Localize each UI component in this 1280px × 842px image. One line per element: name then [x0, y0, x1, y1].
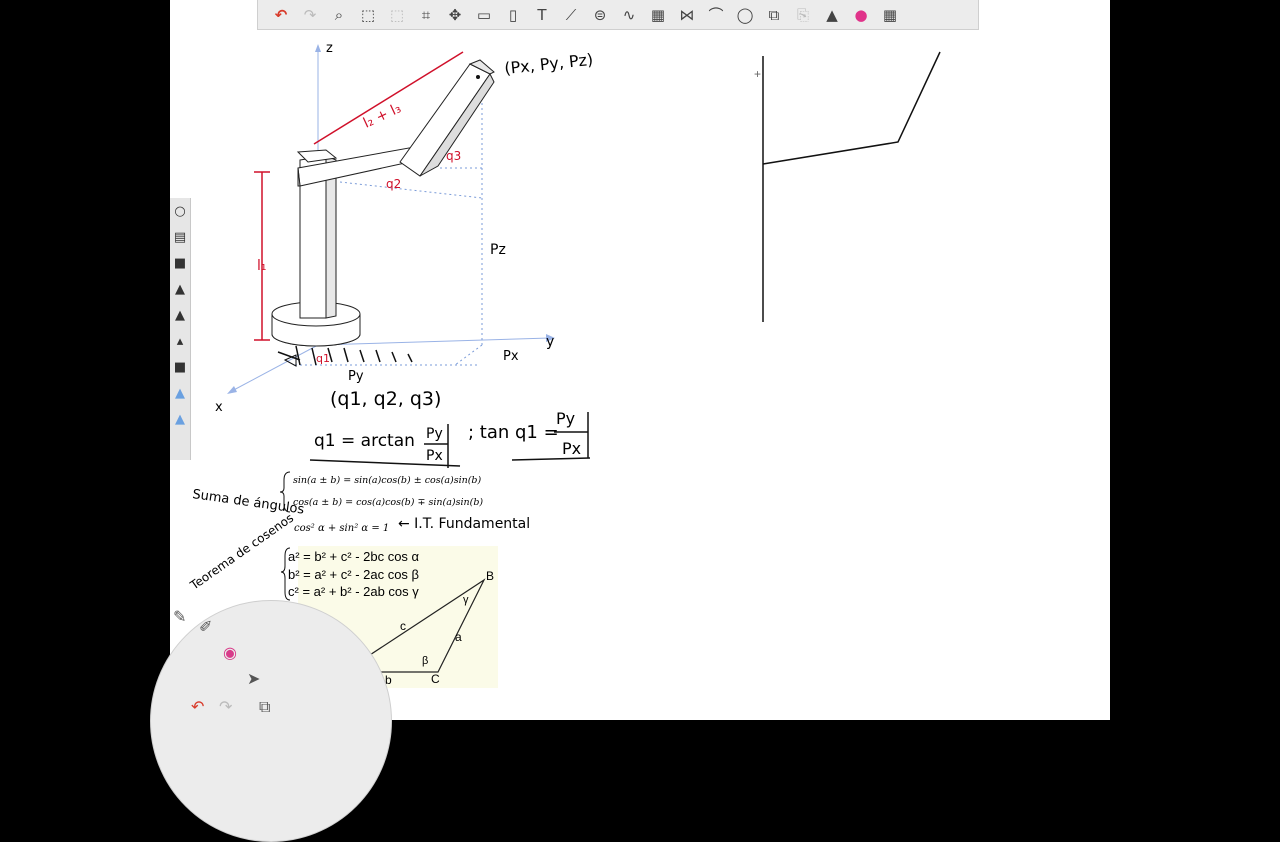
shape-icon[interactable]: ◯ [732, 3, 758, 27]
symmetry-icon[interactable]: ⋈ [674, 3, 700, 27]
transform-icon[interactable]: ✥ [442, 3, 468, 27]
x-axis-line [229, 344, 319, 393]
pointer-tool-icon[interactable]: ➤ [247, 669, 260, 688]
ellipse-guide-icon[interactable]: ⊜ [587, 3, 613, 27]
radial-layers-icon[interactable]: ⧉ [259, 697, 270, 717]
q2-label: q2 [386, 177, 401, 191]
x-axis-arrow [227, 386, 237, 394]
crosshair-cursor-icon: + [754, 67, 761, 81]
marker-brush-icon[interactable]: ■ [170, 250, 190, 276]
cos-law-label: Teorema de cosenos [187, 511, 296, 593]
airbrush-icon[interactable]: ▲ [170, 380, 190, 406]
pz-label: Pz [490, 242, 506, 258]
angle-gamma: γ [463, 594, 469, 606]
l1-label: l₁ [257, 258, 267, 274]
ruler-icon[interactable]: ⟋ [558, 3, 584, 27]
fill-bucket-icon[interactable]: ▯ [500, 3, 526, 27]
perspective-icon[interactable]: ▭ [471, 3, 497, 27]
clipboard-icon[interactable]: ⎘ [790, 3, 816, 27]
robot-diagram: z y x l₁ l₂ + l₃ q3 q2 q1 Pz Px Py (Px, … [215, 41, 594, 415]
crop-icon[interactable]: ⌗ [413, 3, 439, 27]
text-tool-icon[interactable]: T [529, 3, 555, 27]
soft-brush-icon[interactable]: ▲ [170, 406, 190, 432]
grid-menu-icon[interactable]: ▦ [877, 3, 903, 27]
y-axis-label: y [546, 334, 554, 350]
top-toolbar: ↶ ↷ ⌕ ⬚ ⬚ ⌗ ✥ ▭ ▯ T ⟋ ⊜ ∿ ▦ ⋈ ⌒ ◯ ⧉ ⎘ ▲ … [257, 0, 979, 30]
perspective-grid-icon[interactable]: ▦ [645, 3, 671, 27]
arm-sketch: + [754, 51, 941, 322]
lasso-select-icon[interactable]: ⬚ [355, 3, 381, 27]
tan-fraction-den: Px [562, 439, 581, 458]
eraser-tool-icon[interactable]: ✐ [199, 617, 212, 636]
palette-grid-icon[interactable]: ▤ [170, 224, 190, 250]
q1-fraction-den: Px [426, 448, 443, 464]
radial-undo-icon[interactable]: ↶ [191, 697, 204, 716]
cos-law-b: b² = a² + c² - 2ac cos β [288, 567, 419, 582]
palette-close-icon[interactable]: ○ [170, 198, 190, 224]
point-label: (Px, Py, Pz) [503, 50, 594, 78]
vertex-c: C [431, 672, 440, 686]
py-label: Py [348, 369, 364, 384]
brush-tool-icon[interactable]: ✎ [173, 607, 186, 626]
pen-brush-icon[interactable]: ▴ [170, 328, 190, 354]
side-c: c [400, 619, 406, 633]
block-brush-icon[interactable]: ■ [170, 354, 190, 380]
sum-formula-sin: sin(a ± b) = sin(a)cos(b) ± cos(a)sin(b) [293, 475, 482, 486]
stroke-icon[interactable]: ⌒ [703, 3, 729, 27]
px-label: Px [503, 349, 519, 364]
pencil-brush-icon[interactable]: ▲ [170, 276, 190, 302]
joint-vector: (q1, q2, q3) [330, 388, 441, 410]
redo-icon[interactable]: ↷ [297, 3, 323, 27]
z-axis-arrow [315, 44, 321, 52]
selection-copy-icon[interactable]: ⬚ [384, 3, 410, 27]
radial-redo-icon[interactable]: ↷ [219, 697, 232, 716]
brush-palette: ○ ▤ ■ ▲ ▲ ▴ ■ ▲ ▲ [170, 198, 191, 460]
search-icon[interactable]: ⌕ [326, 3, 352, 27]
sum-formula-cos: cos(a ± b) = cos(a)cos(b) ∓ sin(a)sin(b) [293, 497, 483, 508]
q1-label: q1 [316, 352, 330, 365]
l2-l3-label: l₂ + l₃ [361, 100, 404, 131]
brush-set-icon[interactable]: ▲ [819, 3, 845, 27]
radial-color-wheel-icon[interactable]: ◉ [223, 643, 237, 662]
color-wheel-icon[interactable]: ● [848, 3, 874, 27]
side-a: a [455, 630, 462, 644]
cos-law-a: a² = b² + c² - 2bc cos α [288, 549, 420, 564]
tan-equation-lhs: ; tan q1 = [468, 422, 559, 443]
curve-guide-icon[interactable]: ∿ [616, 3, 642, 27]
q3-label: q3 [446, 149, 461, 163]
angle-beta: β [422, 655, 428, 667]
radial-tool-menu: ✎ ✐ ◉ ➤ ↶ ↷ ⧉ [150, 600, 392, 842]
cos-law-c: c² = a² + b² - 2ab cos γ [288, 584, 419, 599]
q1-equation-lhs: q1 = arctan [314, 431, 415, 451]
vertex-b: B [486, 569, 494, 583]
ink-brush-icon[interactable]: ▲ [170, 302, 190, 328]
tan-fraction-num: Py [556, 409, 575, 428]
identity-formula: cos² α + sin² α = 1 [294, 523, 389, 534]
identity-note: ← I.T. Fundamental [398, 516, 530, 532]
undo-icon[interactable]: ↶ [268, 3, 294, 27]
z-axis-label: z [326, 41, 333, 56]
q1-fraction-num: Py [426, 426, 443, 442]
layers-icon[interactable]: ⧉ [761, 3, 787, 27]
x-axis-label: x [215, 400, 223, 415]
